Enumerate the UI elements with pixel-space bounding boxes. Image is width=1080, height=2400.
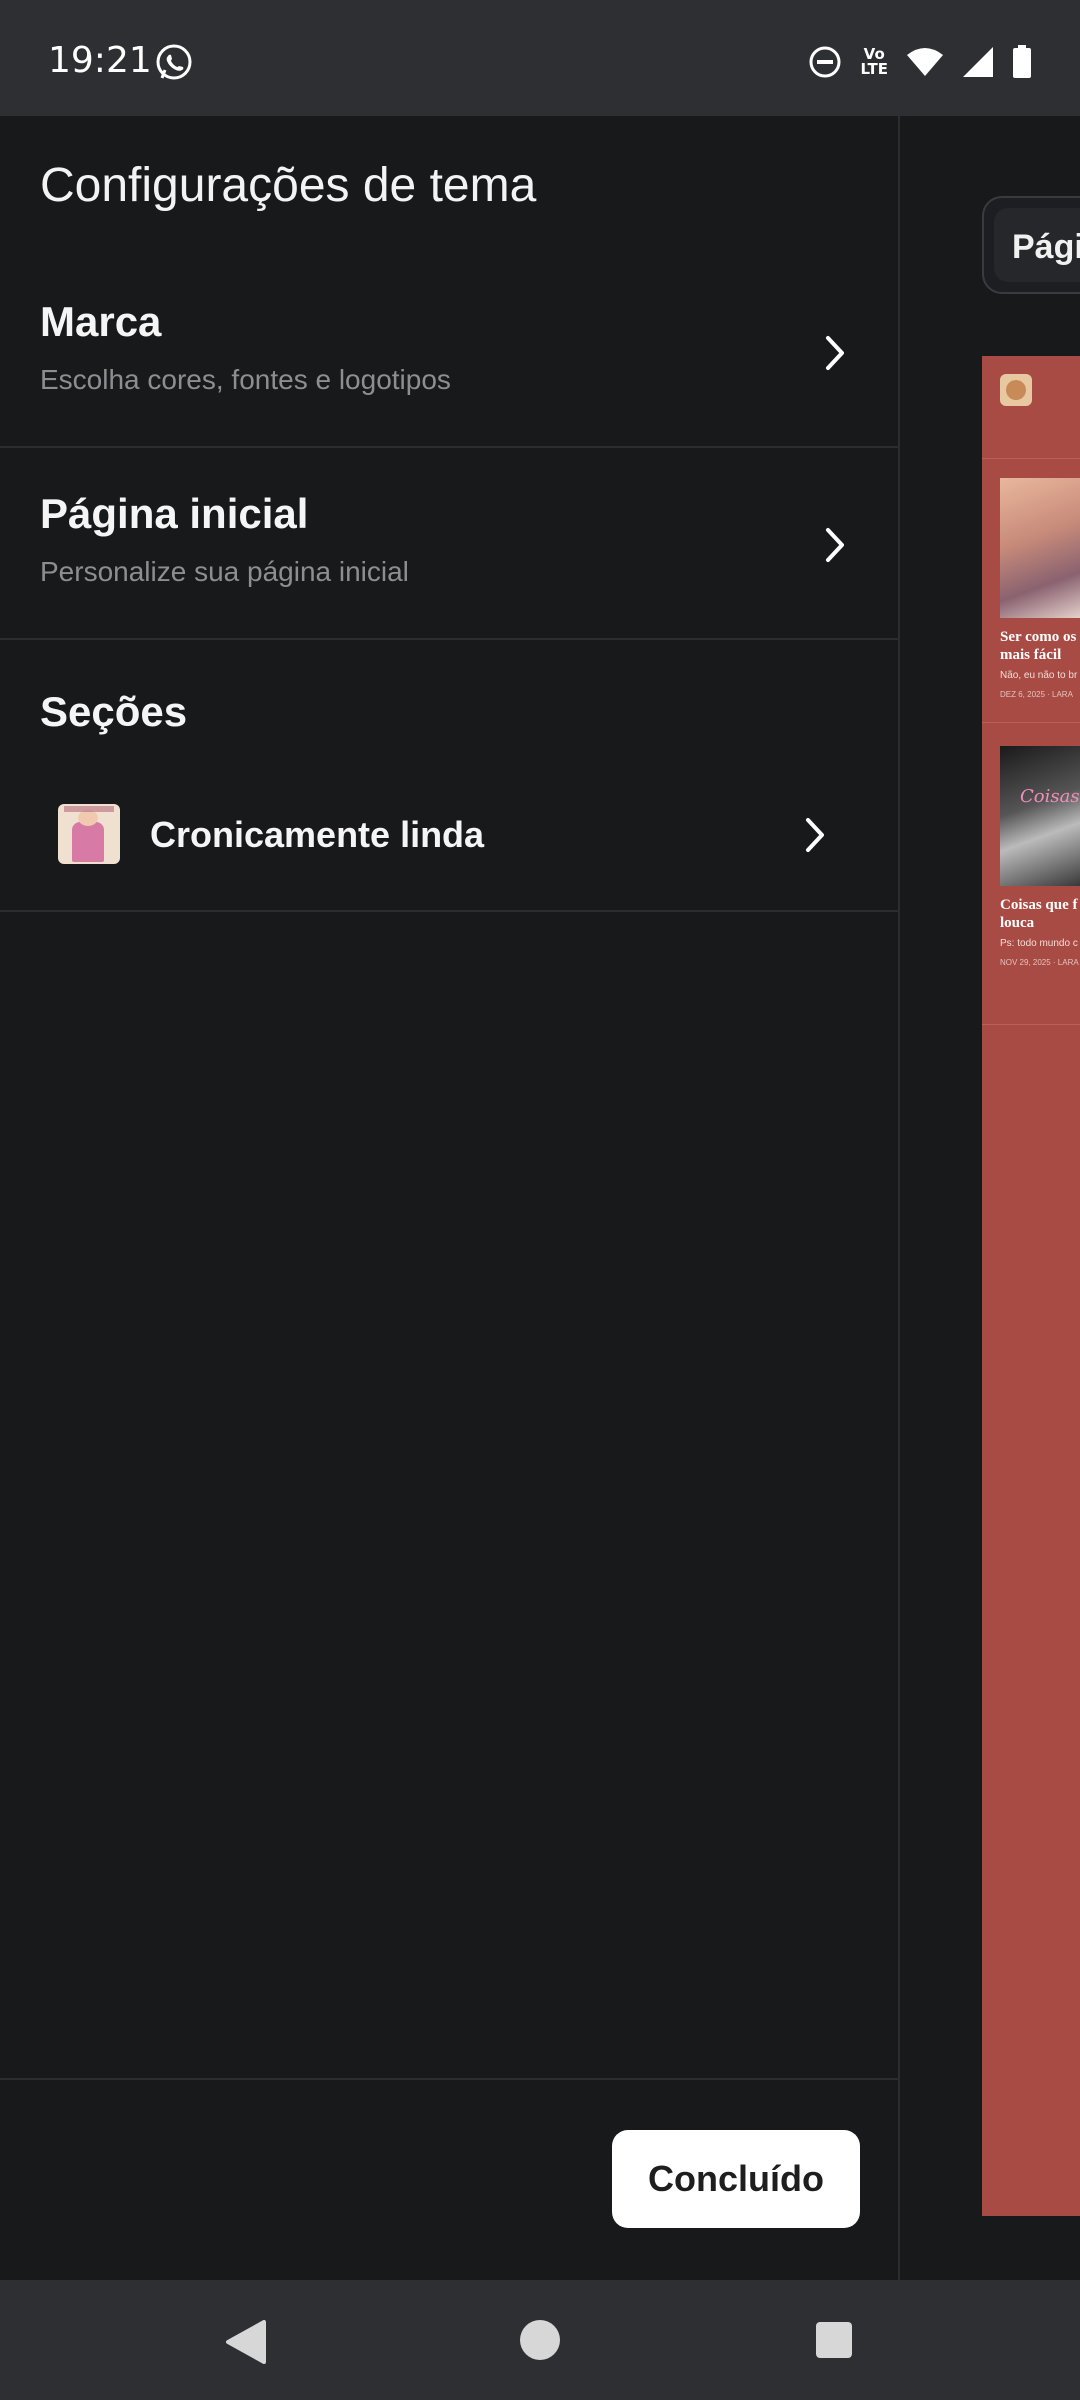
chevron-right-icon <box>826 336 844 370</box>
menu-item-brand-title: Marca <box>40 298 162 345</box>
signal-icon <box>963 47 993 77</box>
status-time: 19:21 <box>48 40 152 81</box>
preview-logo <box>1000 374 1032 406</box>
preview-post-title: Coisas que f <box>1000 897 1078 913</box>
status-bar: 19:21 Vo LTE <box>0 0 1080 116</box>
preview-post-subtitle: Ps: todo mundo c <box>1000 938 1078 949</box>
preview-post-subtitle: Não, eu não to br <box>1000 670 1078 681</box>
preview-post-meta: NOV 29, 2025 · LARA <box>1000 958 1079 967</box>
status-icons: Vo LTE <box>808 42 1032 82</box>
do-not-disturb-icon <box>809 46 841 78</box>
done-button[interactable]: Concluído <box>612 2130 860 2228</box>
battery-icon <box>1013 45 1031 78</box>
menu-item-home-title: Página inicial <box>40 490 309 537</box>
whatsapp-icon <box>156 44 192 80</box>
back-icon[interactable] <box>224 2320 266 2364</box>
preview-post-title-2: louca <box>1000 915 1035 931</box>
recents-icon[interactable] <box>816 2322 852 2358</box>
home-icon[interactable] <box>520 2320 560 2360</box>
preview-post-title-2: mais fácil <box>1000 647 1062 663</box>
preview-post-meta: DEZ 6, 2025 · LARA <box>1000 690 1073 699</box>
home-page-preview[interactable]: Ser como os mais fácil Não, eu não to br… <box>982 356 1080 2216</box>
section-item-label: Cronicamente linda <box>150 814 485 855</box>
preview-post-title: Ser como os <box>1000 629 1077 645</box>
section-thumbnail <box>58 804 120 864</box>
navigation-bar <box>0 2280 1080 2400</box>
sections-title: Seções <box>40 688 188 735</box>
menu-item-home-subtitle: Personalize sua página inicial <box>40 556 409 587</box>
sections-group: Seções Cronicamente linda <box>0 640 900 912</box>
section-item-cronicamente-linda[interactable]: Cronicamente linda <box>0 780 900 890</box>
preview-post-image: Coisas <box>1000 746 1080 886</box>
preview-divider <box>982 722 1080 723</box>
drawer-title: Configurações de tema <box>40 159 537 212</box>
preview-divider <box>982 1024 1080 1025</box>
menu-item-brand[interactable]: Marca Escolha cores, fontes e logotipos <box>0 280 900 448</box>
chevron-right-icon <box>806 818 824 852</box>
wifi-icon <box>907 48 943 76</box>
menu-item-brand-subtitle: Escolha cores, fontes e logotipos <box>40 364 451 395</box>
preview-divider <box>982 458 1080 459</box>
footer-divider <box>0 2078 900 2080</box>
chevron-right-icon <box>826 528 844 562</box>
preview-tab[interactable]: Págin <box>982 196 1080 294</box>
menu-item-home-page[interactable]: Página inicial Personalize sua página in… <box>0 448 900 640</box>
volte-icon: Vo LTE <box>860 45 888 78</box>
preview-post-image <box>1000 478 1080 618</box>
preview-tab-label: Págin <box>1012 228 1080 266</box>
